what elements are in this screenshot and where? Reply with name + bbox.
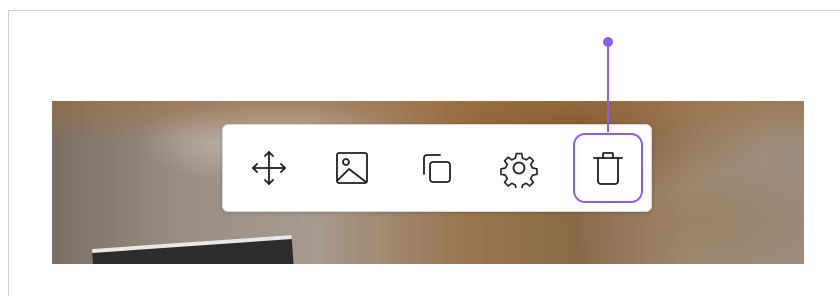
gear-icon: [500, 152, 538, 188]
move-icon: [252, 151, 286, 185]
image-toolbar: [222, 124, 652, 212]
settings-button[interactable]: [484, 133, 554, 203]
image-icon: [336, 152, 368, 184]
callout-dot: [603, 37, 613, 47]
delete-button[interactable]: [573, 133, 643, 203]
photo-laptop-edge: [92, 235, 295, 264]
trash-icon: [593, 152, 623, 185]
move-button[interactable]: [234, 133, 304, 203]
callout-line: [607, 41, 609, 132]
duplicate-icon: [423, 154, 451, 183]
image-button[interactable]: [317, 133, 387, 203]
duplicate-button[interactable]: [401, 133, 471, 203]
